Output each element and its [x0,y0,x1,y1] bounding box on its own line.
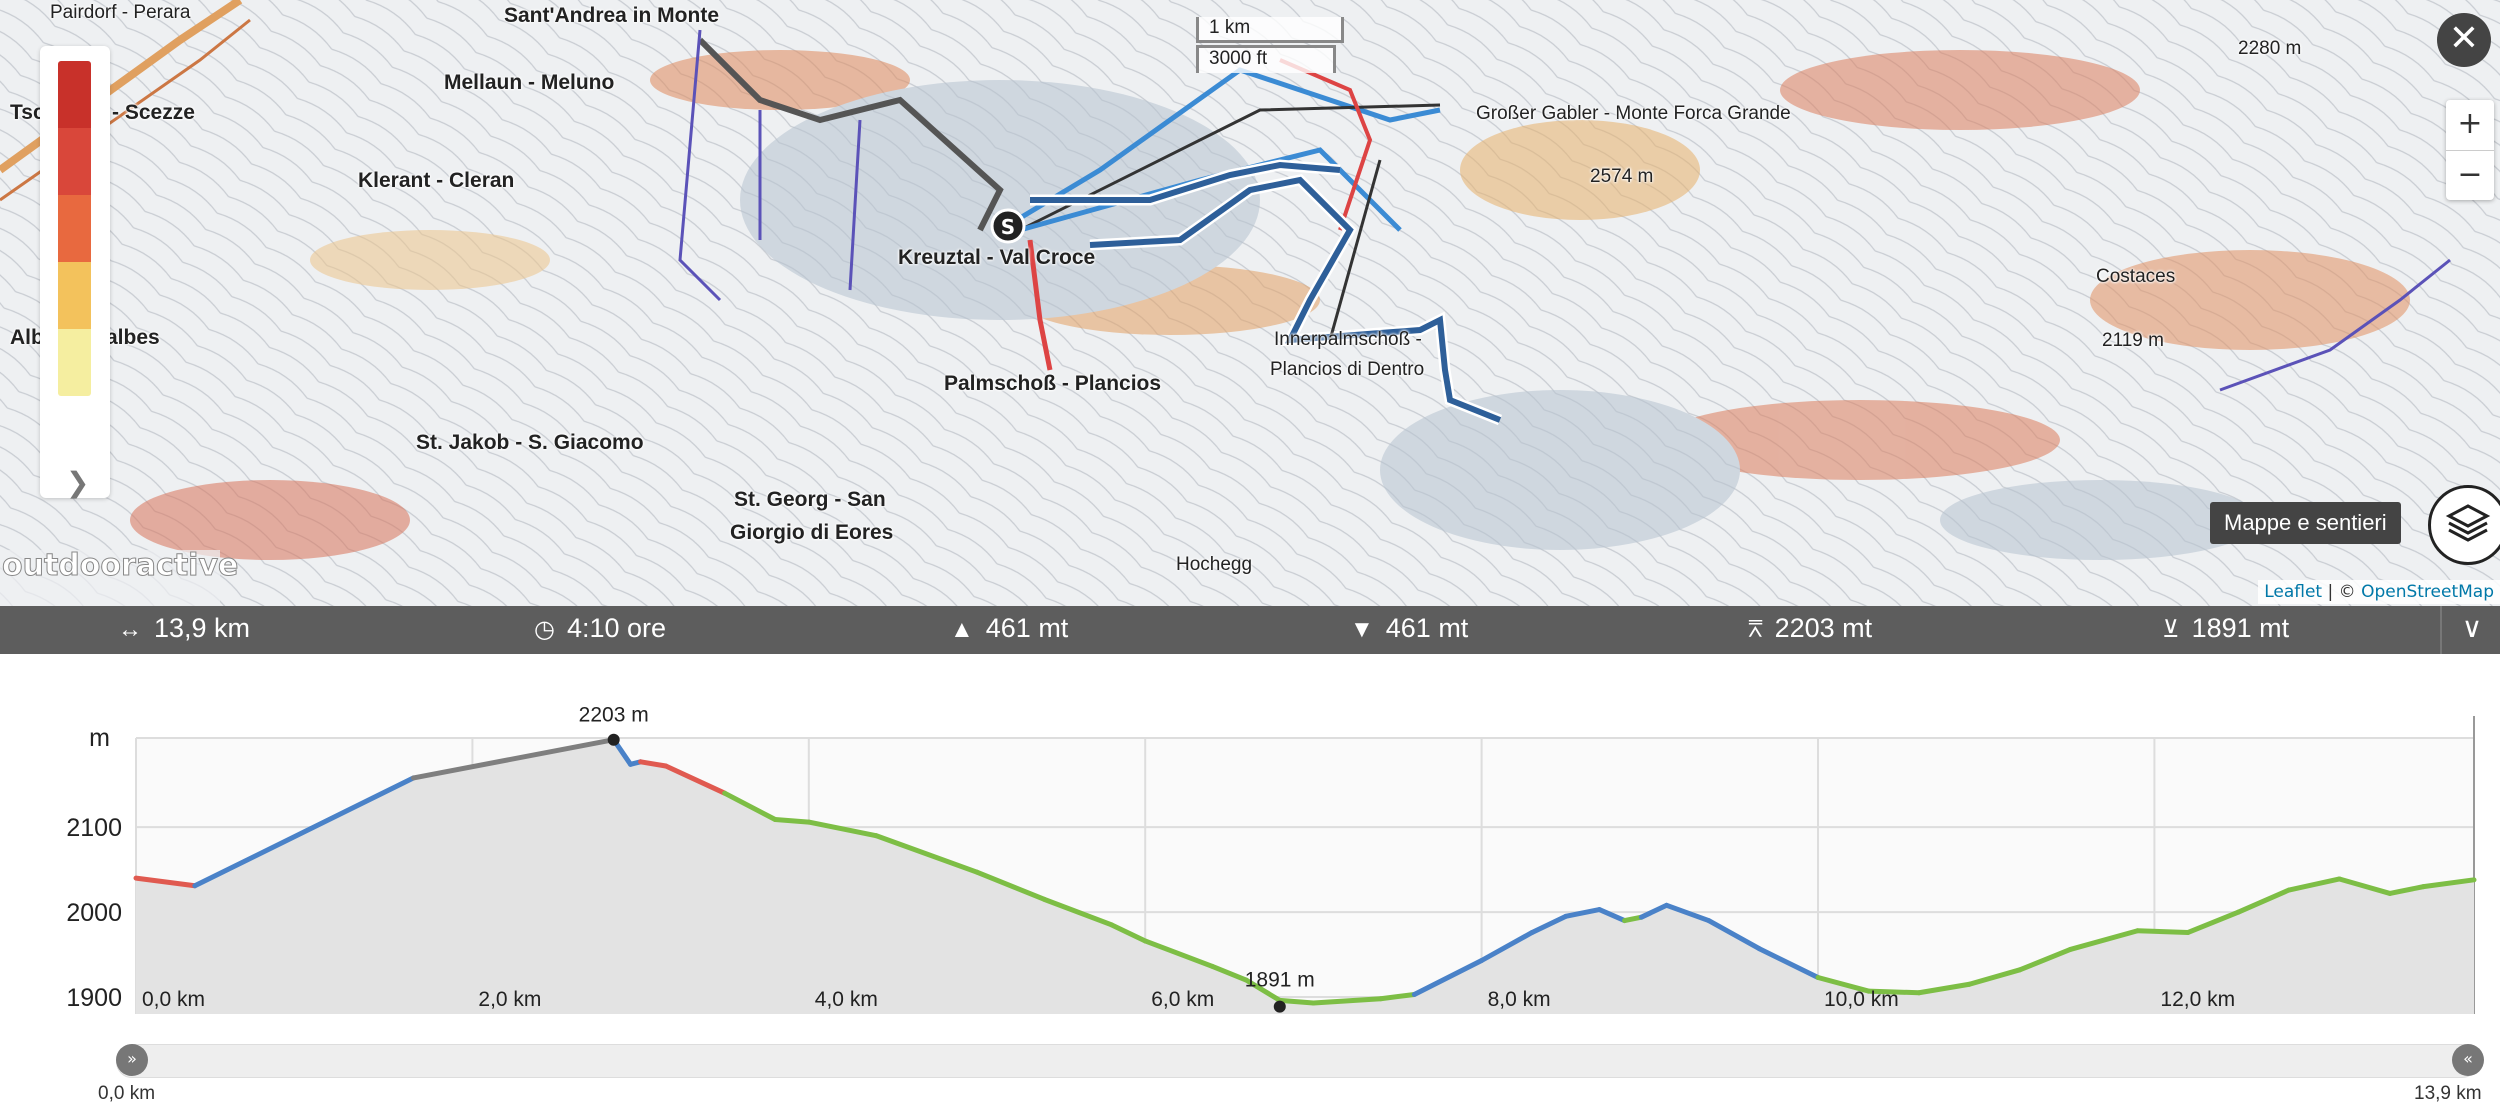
stat-highest-value: 2203 mt [1774,613,1873,643]
place-label: - Scezze [112,101,195,124]
place-label: Sant'Andrea in Monte [504,4,720,27]
clock-icon: ◷ [534,616,555,643]
legend-swatch [58,128,91,195]
x-tick-label: 0,0 km [142,988,205,1011]
elevation-profile-chart[interactable]: 1900 2000 2100 0,0 km 2,0 km 4,0 km 6,0 km 8,0… [0,654,2500,1101]
place-label: Pairdorf - Perara [50,2,191,23]
place-label: 2119 m [2102,330,2164,351]
zoom-control[interactable]: + − [2446,100,2494,200]
watermark: outdooractive [2,548,238,583]
map-terrain: outdooractive S [0,0,2500,606]
legend-swatch [58,329,91,396]
minus-icon[interactable]: − [2446,151,2494,201]
distance-icon: ↔ [118,616,142,643]
scale-metric: 1 km [1196,17,1344,43]
steepness-legend[interactable]: ❯ [40,46,110,499]
stat-distance-value: 13,9 km [154,613,251,643]
max-elevation-marker [607,733,620,746]
place-label: Mellaun - Meluno [444,71,615,94]
x-tick-label: 4,0 km [815,988,878,1011]
min-elevation-label: 1891 m [1245,969,1315,992]
stat-distance: ↔ 13,9 km [118,613,250,644]
descent-icon: ▼ [1350,616,1374,643]
legend-color-bar [58,61,91,396]
map-scale: 1 km 3000 ft [1196,17,1344,73]
range-start-handle[interactable]: » [116,1044,148,1076]
place-label: 2574 m [1590,166,1654,187]
legend-swatch [58,61,91,128]
place-label: Alb [10,326,44,349]
stat-descent-value: 461 mt [1385,613,1469,643]
stat-highest: ⩞ 2203 mt [1748,613,1872,644]
plus-icon[interactable]: + [2446,100,2494,151]
legend-swatch [58,262,91,329]
y-tick-label: 2000 [66,899,122,927]
tour-stats-bar: ↔ 13,9 km ◷ 4:10 ore ▲ 461 mt ▼ 461 mt ⩞ 2203… [0,606,2500,654]
place-label: Giorgio di Eores [730,521,894,544]
place-label: Großer Gabler - Monte Forca Grande [1476,103,1791,124]
y-tick-label: 2100 [66,814,122,842]
map-attribution: Leaflet | © OpenStreetMap [2258,580,2500,604]
layers-icon[interactable] [2428,485,2500,565]
stat-lowest: ⊻ 1891 mt [2162,613,2289,644]
place-label: Klerant - Cleran [358,169,515,192]
stat-descent: ▼ 461 mt [1350,613,1468,644]
attribution-separator: | © [2322,582,2362,602]
chevron-right-icon[interactable]: ❯ [66,466,89,499]
place-label: albes [106,326,160,349]
stat-ascent: ▲ 461 mt [950,613,1068,644]
place-label: Plancios di Dentro [1270,359,1425,380]
chevron-down-icon[interactable]: ∨ [2440,606,2500,654]
x-tick-label: 2,0 km [478,988,541,1011]
place-label: Costaces [2096,266,2176,287]
close-icon[interactable]: ✕ [2437,13,2491,67]
stat-duration: ◷ 4:10 ore [534,613,666,644]
stat-lowest-value: 1891 mt [2191,613,2290,643]
lowest-point-icon: ⊻ [2162,616,2180,643]
place-label: St. Jakob - S. Giacomo [416,431,644,454]
layers-tooltip: Mappe e sentieri [2210,502,2401,544]
place-label: St. Georg - San [734,488,886,511]
x-tick-label: 12,0 km [2160,988,2235,1011]
range-slider-track[interactable] [116,1044,2478,1078]
ascent-icon: ▲ [950,616,974,643]
scale-imperial: 3000 ft [1196,45,1336,73]
place-label: 2280 m [2238,38,2302,59]
legend-swatch [58,195,91,262]
y-tick-label: 1900 [66,984,122,1012]
svg-text:S: S [1001,215,1015,239]
x-tick-label: 6,0 km [1151,988,1214,1011]
profile-segment [1622,914,1644,924]
min-elevation-marker [1273,1000,1286,1013]
range-end-label: 13,9 km [2414,1083,2482,1104]
profile-segment [2135,928,2191,935]
place-label: Innerpalmschoß - [1274,329,1422,350]
place-label: Palmschoß - Plancios [944,372,1162,395]
x-tick-label: 10,0 km [1824,988,1899,1011]
max-elevation-label: 2203 m [579,704,649,727]
place-label: Hochegg [1176,554,1253,575]
y-axis-label: m [89,724,110,752]
stat-duration-value: 4:10 ore [566,613,667,643]
x-tick-label: 8,0 km [1488,988,1551,1011]
place-label: Kreuztal - Val Croce [898,246,1096,269]
profile-segment [772,817,812,825]
map-view[interactable]: outdooractive S Pairdorf - Perara Sant'A… [0,0,2500,606]
range-end-handle[interactable]: « [2452,1044,2484,1076]
range-start-label: 0,0 km [98,1083,156,1104]
osm-link[interactable]: OpenStreetMap [2361,582,2494,602]
profile-segment [1277,997,1316,1006]
highest-point-icon: ⩞ [1748,616,1763,643]
stat-ascent-value: 461 mt [985,613,1069,643]
leaflet-link[interactable]: Leaflet [2264,582,2322,602]
